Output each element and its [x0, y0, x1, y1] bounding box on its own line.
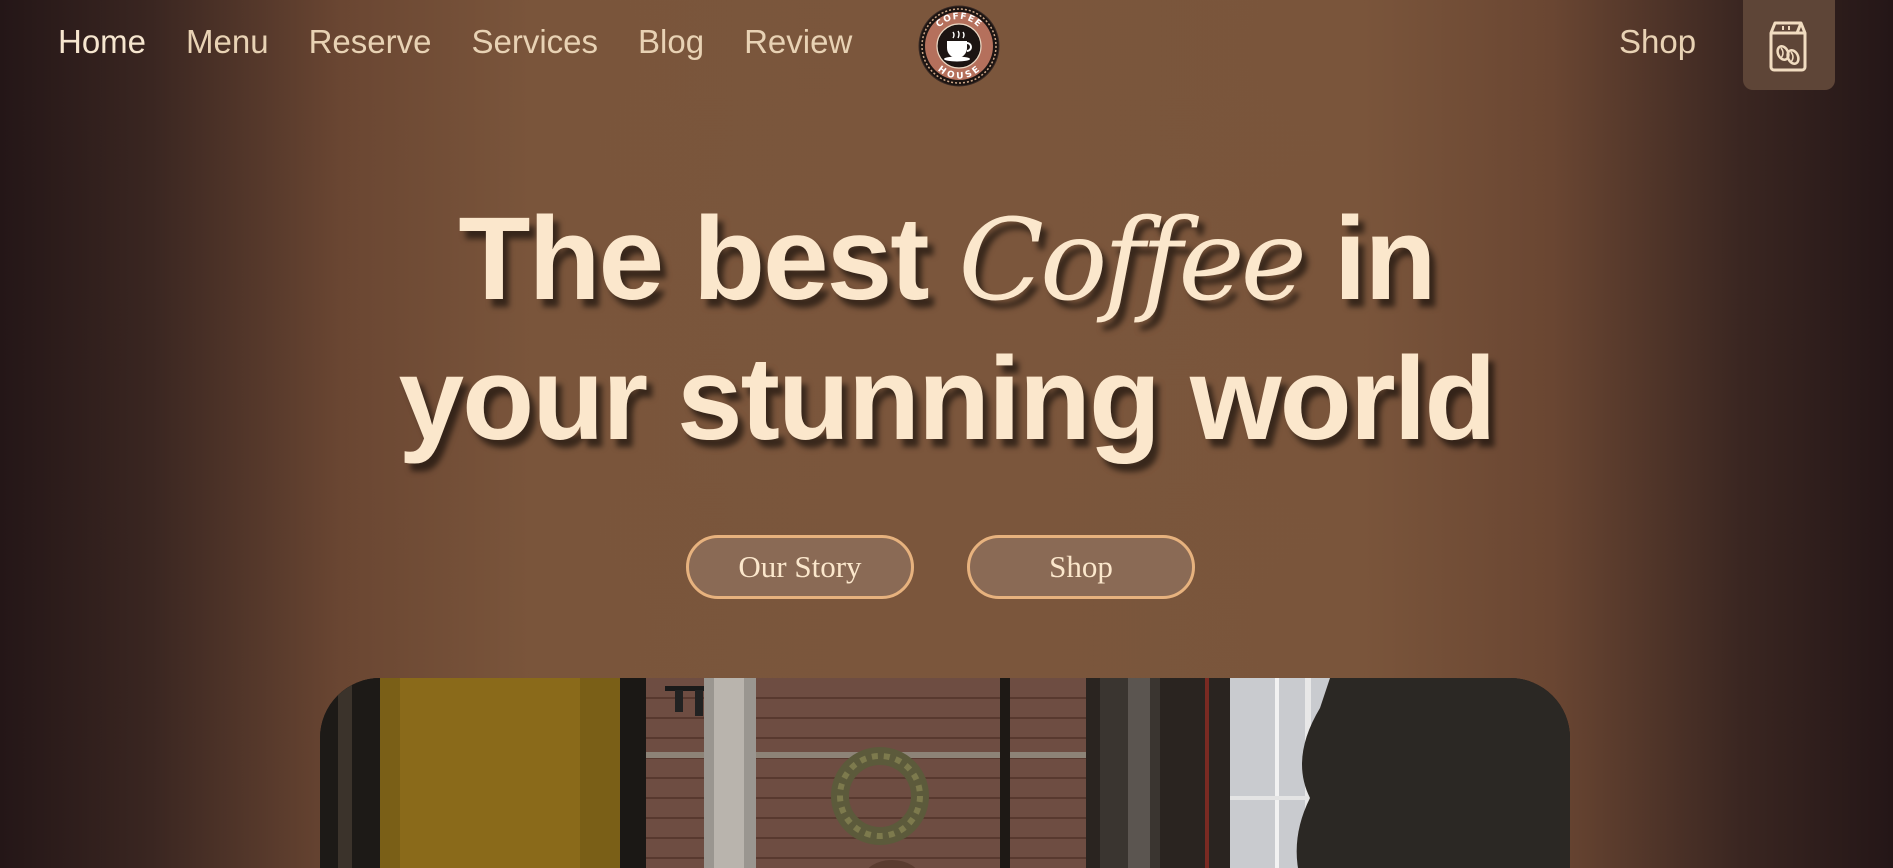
top-navigation: Home Menu Reserve Services Blog Review C…: [0, 0, 1893, 92]
hero-video[interactable]: [320, 678, 1570, 868]
coffee-house-logo[interactable]: COFFEE HOUSE: [918, 5, 1000, 87]
hero-title-part2: in: [1302, 193, 1437, 325]
hero-title-part1: The best: [458, 193, 959, 325]
cart-button[interactable]: [1743, 0, 1835, 90]
hero-title: The best Coffee in your stunning world: [0, 190, 1893, 468]
shop-button[interactable]: Shop: [967, 535, 1195, 599]
our-story-button[interactable]: Our Story: [686, 535, 914, 599]
hero-buttons: Our Story Shop: [686, 535, 1195, 599]
nav-link-home[interactable]: Home: [58, 20, 146, 64]
hero-title-line2: your stunning world: [398, 333, 1496, 465]
nav-link-blog[interactable]: Blog: [638, 20, 704, 64]
coffee-bag-icon: [1769, 21, 1807, 72]
nav-link-services[interactable]: Services: [471, 20, 598, 64]
nav-link-shop[interactable]: Shop: [1619, 20, 1696, 64]
nav-link-menu[interactable]: Menu: [186, 20, 269, 64]
nav-link-review[interactable]: Review: [744, 20, 852, 64]
hero-title-script: Coffee: [958, 196, 1307, 326]
nav-links: Home Menu Reserve Services Blog Review: [58, 20, 892, 64]
cafe-interior-image: [320, 678, 1570, 868]
nav-link-reserve[interactable]: Reserve: [309, 20, 432, 64]
